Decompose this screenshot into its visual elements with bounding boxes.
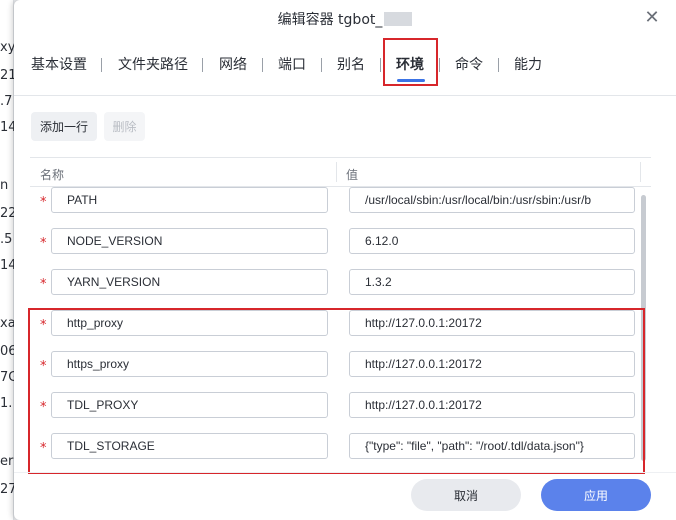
background-text: 14: [0, 120, 14, 135]
env-value-input[interactable]: 1.3.2: [349, 269, 635, 295]
column-header-value: 值: [346, 168, 359, 182]
background-text: 06: [0, 344, 14, 359]
tab-separator: [202, 58, 203, 72]
dialog-title-text: 编辑容器 tgbot_: [277, 12, 383, 28]
background-text: .7: [0, 94, 13, 109]
required-mark: *: [40, 195, 47, 210]
edit-container-dialog: 编辑容器 tgbot_ ✕ 基本设置 文件夹路径 网络 端口 别名 环境 命令 …: [14, 0, 676, 520]
tab-bar: 基本设置 文件夹路径 网络 端口 别名 环境 命令 能力: [14, 38, 676, 96]
tab-capabilities[interactable]: 能力: [514, 54, 542, 74]
table-row: * YARN_VERSION 1.3.2: [30, 269, 637, 310]
env-name-input[interactable]: YARN_VERSION: [51, 269, 328, 295]
tab-separator: [498, 58, 499, 72]
add-row-button[interactable]: 添加一行: [31, 112, 97, 141]
cancel-button[interactable]: 取消: [411, 479, 521, 511]
highlight-box-rows: [28, 308, 645, 474]
background-text: 21: [0, 68, 14, 83]
tab-folder-paths[interactable]: 文件夹路径: [118, 54, 188, 74]
background-text: 14: [0, 258, 14, 273]
tab-ports[interactable]: 端口: [278, 54, 306, 74]
tab-separator: [321, 58, 322, 72]
background-text: 27: [0, 482, 14, 497]
background-text: 7G: [0, 370, 14, 385]
env-name-input[interactable]: NODE_VERSION: [51, 228, 328, 254]
background-text: .5: [0, 232, 13, 247]
tab-alias[interactable]: 别名: [337, 54, 365, 74]
column-header-name: 名称: [40, 168, 65, 182]
background-text: 22: [0, 206, 14, 221]
required-mark: *: [40, 236, 47, 251]
apply-button[interactable]: 应用: [541, 479, 651, 511]
redacted-block: [384, 12, 413, 26]
background-text: xa: [0, 316, 14, 331]
highlight-box-tab: [383, 38, 438, 86]
tab-network[interactable]: 网络: [219, 54, 247, 74]
column-separator: [640, 162, 641, 182]
env-name-input[interactable]: PATH: [51, 187, 328, 213]
footer-divider: [14, 472, 676, 473]
close-icon[interactable]: ✕: [642, 8, 662, 28]
delete-button: 删除: [104, 112, 145, 141]
column-separator: [336, 162, 337, 182]
required-mark: *: [40, 277, 47, 292]
background-text: xy: [0, 40, 14, 55]
tab-separator: [101, 58, 102, 72]
table-row: * NODE_VERSION 6.12.0: [30, 228, 637, 269]
background-app-strip: xy 21 .7 14 n 22 .5 14 xa 06 7G 1. er 27: [0, 0, 14, 520]
tab-command[interactable]: 命令: [455, 54, 483, 74]
background-text: n: [0, 178, 9, 193]
tab-separator: [439, 58, 440, 72]
tab-separator: [262, 58, 263, 72]
table-row: * PATH /usr/local/sbin:/usr/local/bin:/u…: [30, 187, 637, 228]
env-value-input[interactable]: /usr/local/sbin:/usr/local/bin:/usr/sbin…: [349, 187, 635, 213]
env-value-input[interactable]: 6.12.0: [349, 228, 635, 254]
tab-basic-settings[interactable]: 基本设置: [31, 54, 87, 74]
dialog-title: 编辑容器 tgbot_: [14, 9, 676, 29]
background-text: 1.: [0, 396, 13, 411]
tab-separator: [380, 58, 381, 72]
background-text: er: [0, 454, 14, 469]
